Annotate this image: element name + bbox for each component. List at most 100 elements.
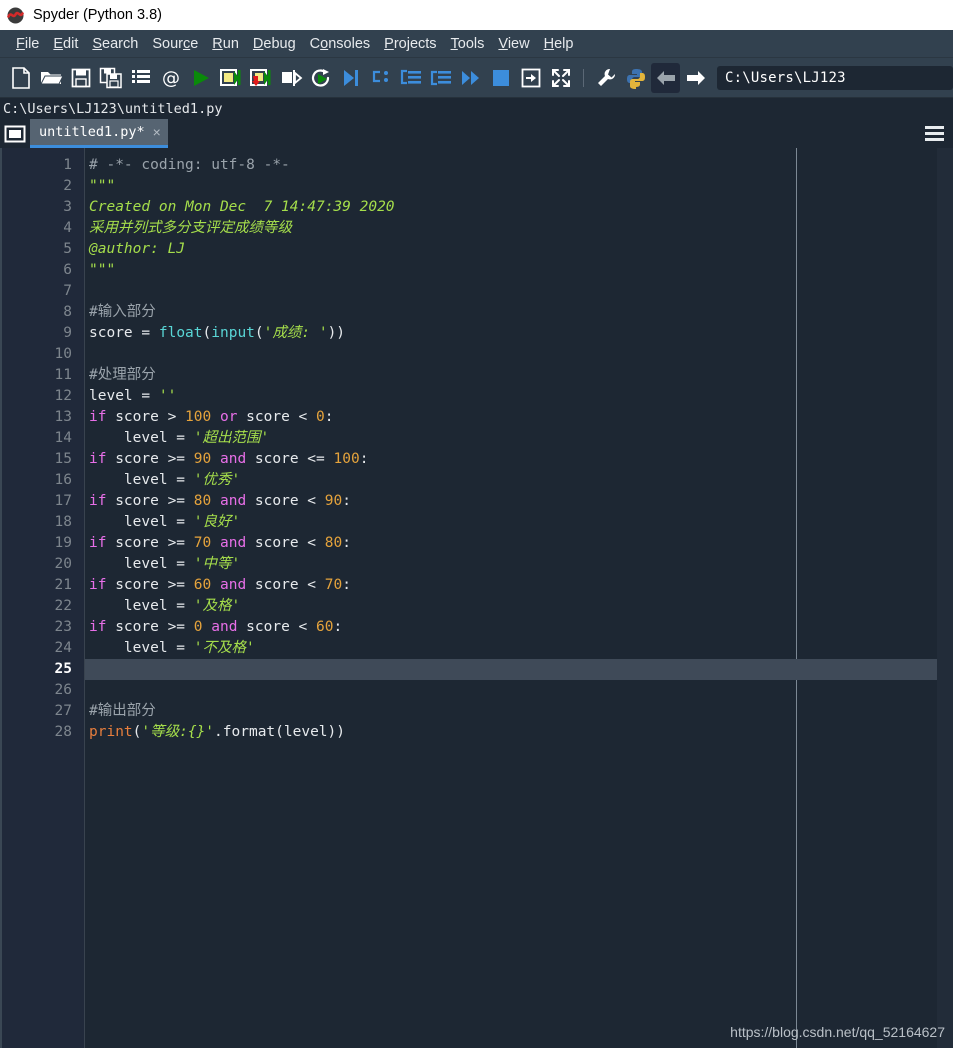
continue-icon[interactable] (456, 63, 485, 93)
code-line[interactable]: @author: LJ (85, 239, 953, 260)
browse-tabs-icon[interactable] (0, 119, 30, 148)
code-token: Created on Mon Dec 7 14:47:39 2020 (89, 199, 395, 215)
code-line[interactable] (85, 659, 953, 680)
line-number: 5 (63, 241, 72, 257)
menu-item-debug[interactable]: Debug (246, 34, 303, 54)
code-line[interactable]: #输出部分 (85, 701, 953, 722)
code-line[interactable]: if score > 100 or score < 0: (85, 407, 953, 428)
code-token: 90 (193, 451, 212, 467)
watermark-text: https://blog.csdn.net/qq_52164627 (730, 1024, 945, 1040)
step-return-icon[interactable] (426, 63, 455, 93)
code-token: score < (246, 577, 325, 593)
forward-icon[interactable] (681, 63, 710, 93)
code-line[interactable] (85, 281, 953, 302)
menu-item-run[interactable]: Run (205, 34, 246, 54)
run-cell-advance-icon[interactable] (246, 63, 275, 93)
editor-tab-untitled1[interactable]: untitled1.py* × (30, 119, 168, 148)
code-token: '不及格' (193, 640, 255, 656)
code-line[interactable] (85, 344, 953, 365)
debug-file-icon[interactable] (336, 63, 365, 93)
code-line[interactable]: if score >= 70 and score < 80: (85, 533, 953, 554)
line-number: 18 (54, 514, 72, 530)
menu-item-search[interactable]: Search (85, 34, 145, 54)
rerun-file-icon[interactable] (306, 63, 335, 93)
menu-item-file[interactable]: File (9, 34, 46, 54)
code-token: ( (202, 325, 212, 341)
code-line[interactable]: if score >= 0 and score < 60: (85, 617, 953, 638)
line-number-gutter: 1 2 3 4 5 6 7 8 9 10 11 12 13 14 15 16 17 18 19 20 21 22 23 24 2… (2, 148, 85, 1048)
code-area[interactable]: # -*- coding: utf-8 -*- """ Created on Mon… (85, 148, 953, 1048)
find-symbol-icon[interactable]: @ (156, 63, 185, 93)
code-token: if (89, 619, 107, 635)
line-number: 6 (63, 262, 72, 278)
save-all-icon[interactable] (96, 63, 125, 93)
line-number: 23 (54, 619, 72, 635)
exit-debug-icon[interactable] (516, 63, 545, 93)
step-over-icon[interactable] (366, 63, 395, 93)
maximize-pane-icon[interactable] (546, 63, 575, 93)
menu-item-help[interactable]: Help (537, 34, 581, 54)
menu-item-projects[interactable]: Projects (377, 34, 443, 54)
options-hamburger-icon[interactable] (921, 119, 947, 148)
pythonpath-icon[interactable] (621, 63, 650, 93)
code-token: '' (158, 388, 177, 404)
code-token: '及格' (193, 598, 241, 614)
line-number: 19 (54, 535, 72, 551)
line-number: 10 (54, 346, 72, 362)
menu-item-source[interactable]: Source (145, 34, 205, 54)
line-number: 25 (54, 661, 72, 677)
line-number: 8 (63, 304, 72, 320)
code-token: level = (89, 640, 194, 656)
code-line[interactable]: level = '优秀' (85, 470, 953, 491)
code-line[interactable]: level = '超出范围' (85, 428, 953, 449)
code-line[interactable]: if score >= 60 and score < 70: (85, 575, 953, 596)
preferences-icon[interactable] (591, 63, 620, 93)
stop-debug-icon[interactable] (486, 63, 515, 93)
menu-item-tools[interactable]: Tools (444, 34, 492, 54)
run-cell-icon[interactable] (216, 63, 245, 93)
code-token: score >= (106, 493, 194, 509)
code-line[interactable]: if score >= 80 and score < 90: (85, 491, 953, 512)
code-line[interactable]: #输入部分 (85, 302, 953, 323)
code-line[interactable]: level = '' (85, 386, 953, 407)
code-line[interactable]: print('等级:{}'.format(level)) (85, 722, 953, 743)
menu-item-edit[interactable]: Edit (46, 34, 85, 54)
code-token: 80 (193, 493, 212, 509)
file-switcher-icon[interactable] (126, 63, 155, 93)
code-line[interactable]: 采用并列式多分支评定成绩等级 (85, 218, 953, 239)
new-file-icon[interactable] (6, 63, 35, 93)
close-icon[interactable]: × (153, 125, 161, 139)
code-line[interactable]: # -*- coding: utf-8 -*- (85, 155, 953, 176)
code-line[interactable]: Created on Mon Dec 7 14:47:39 2020 (85, 197, 953, 218)
code-token: level = (89, 430, 194, 446)
save-file-icon[interactable] (66, 63, 95, 93)
code-line[interactable]: level = '中等' (85, 554, 953, 575)
working-directory-value: C:\Users\LJ123 (725, 69, 846, 86)
back-icon[interactable] (651, 62, 680, 93)
menu-item-consoles[interactable]: Consoles (303, 34, 377, 54)
code-token: 80 (324, 535, 343, 551)
run-selection-icon[interactable] (276, 63, 305, 93)
code-token: : (333, 619, 343, 635)
menu-item-view[interactable]: View (491, 34, 536, 54)
code-line[interactable]: #处理部分 (85, 365, 953, 386)
working-directory-field[interactable]: C:\Users\LJ123 (717, 65, 953, 90)
code-line[interactable]: level = '良好' (85, 512, 953, 533)
code-line[interactable]: level = '及格' (85, 596, 953, 617)
open-file-icon[interactable] (36, 63, 65, 93)
code-token: level = (89, 598, 194, 614)
code-line[interactable]: if score >= 90 and score <= 100: (85, 449, 953, 470)
code-line[interactable]: score = float(input('成绩: ')) (85, 323, 953, 344)
editor-scrollbar[interactable] (937, 148, 953, 1048)
code-line[interactable]: level = '不及格' (85, 638, 953, 659)
code-token: 100 (185, 409, 212, 425)
step-into-icon[interactable] (396, 63, 425, 93)
code-token: 70 (193, 535, 212, 551)
code-token: : (359, 451, 369, 467)
code-line[interactable]: """ (85, 176, 953, 197)
code-line[interactable]: """ (85, 260, 953, 281)
code-line[interactable] (85, 680, 953, 701)
run-file-icon[interactable] (186, 63, 215, 93)
